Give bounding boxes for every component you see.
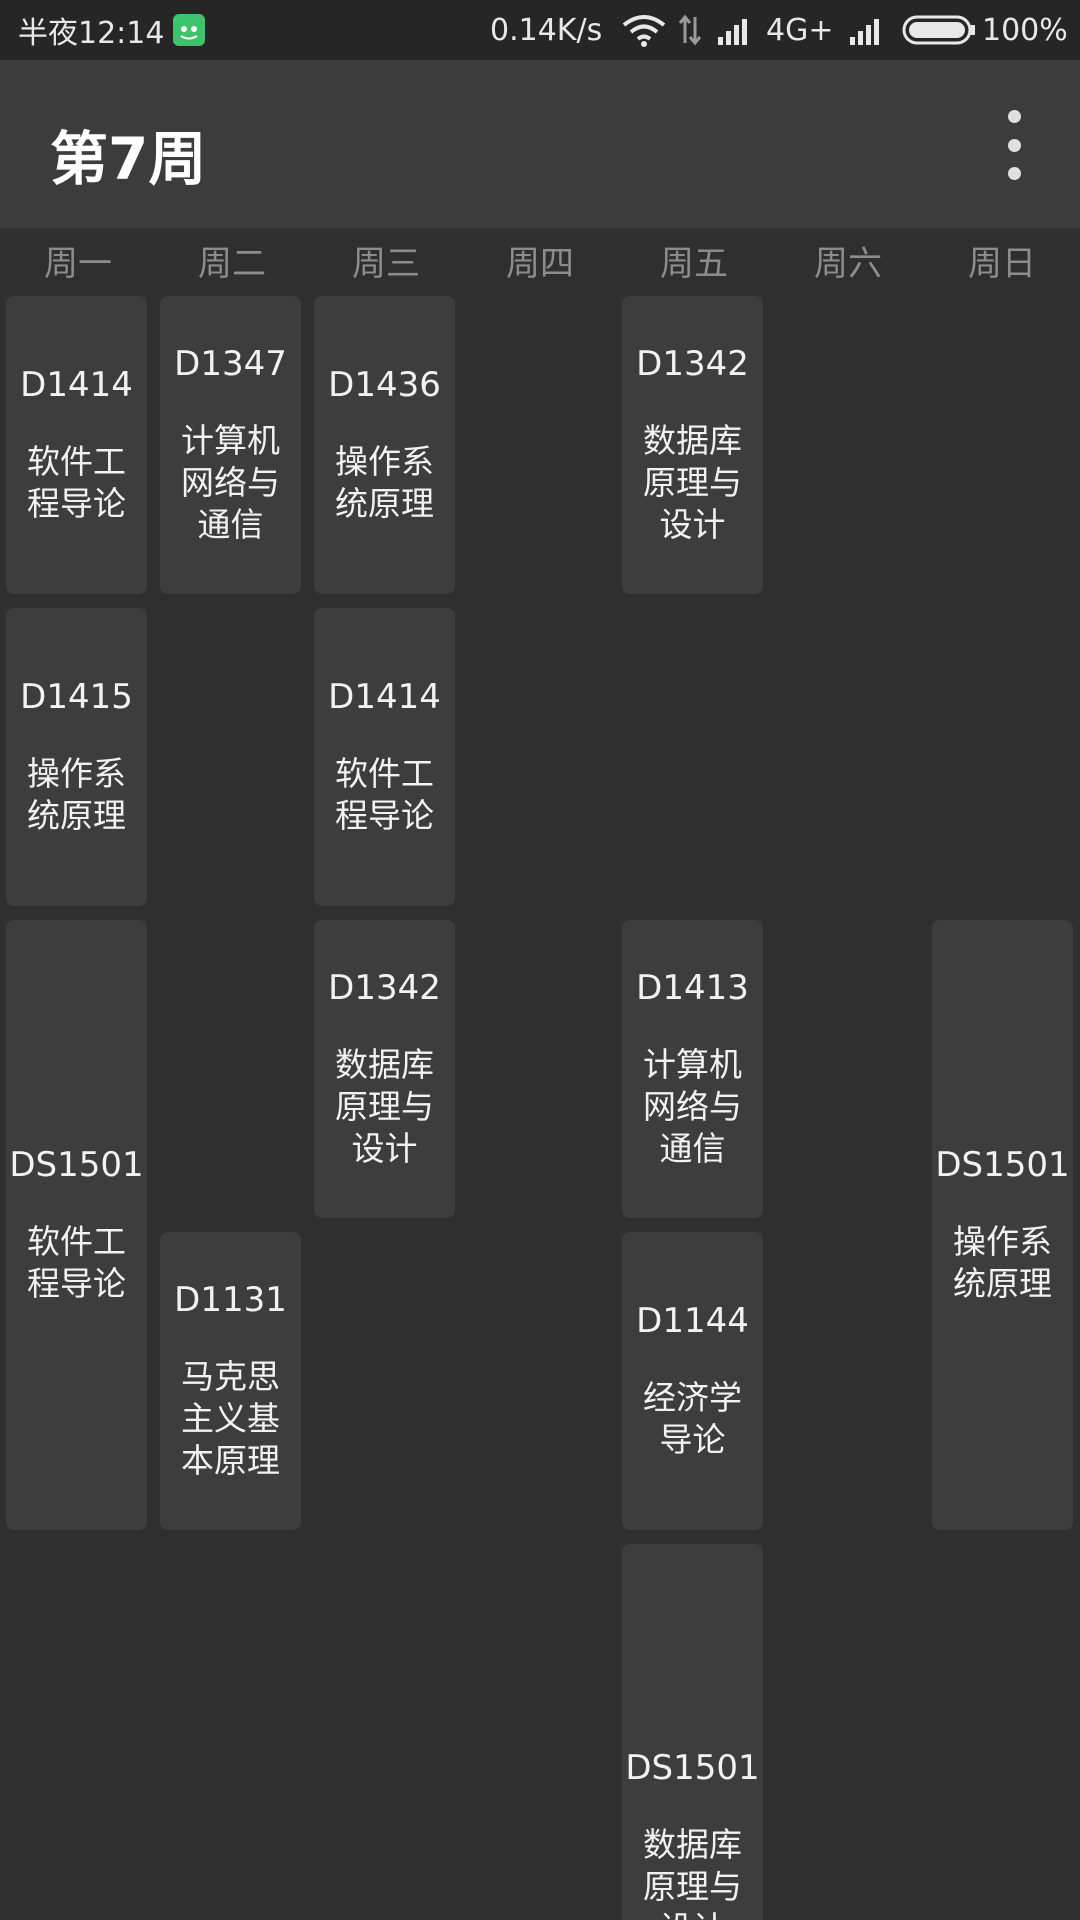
course-name: 数据库原理与设计 xyxy=(643,421,742,544)
course-card[interactable]: D1414 软件工程导论 xyxy=(6,296,147,594)
course-room: D1144 xyxy=(636,1301,749,1341)
course-name: 经济学导论 xyxy=(643,1378,742,1459)
course-room: D1414 xyxy=(328,677,441,717)
course-name: 操作系统原理 xyxy=(953,1222,1052,1303)
more-options-button[interactable] xyxy=(990,110,1038,180)
signal-icon-2 xyxy=(848,0,886,60)
course-name: 软件工程导论 xyxy=(335,754,434,835)
course-card[interactable]: D1342 数据库原理与设计 xyxy=(622,296,763,594)
day-header-tue: 周二 xyxy=(198,244,266,284)
status-time: 半夜12:14 xyxy=(18,16,165,51)
course-room: DS1501 xyxy=(9,1145,144,1185)
network-speed: 0.14K/s xyxy=(490,12,603,48)
course-card[interactable]: D1347 计算机网络与通信 xyxy=(160,296,301,594)
course-name: 马克思主义基本原理 xyxy=(181,1357,280,1480)
course-room: D1347 xyxy=(174,344,287,384)
signal-icon xyxy=(716,0,754,60)
course-card[interactable]: D1131 马克思主义基本原理 xyxy=(160,1232,301,1530)
course-name: 计算机网络与通信 xyxy=(643,1045,742,1168)
course-room: D1415 xyxy=(20,677,133,717)
network-type: 4G+ xyxy=(766,12,834,48)
page-title: 第7周 xyxy=(50,125,207,193)
course-name: 计算机网络与通信 xyxy=(181,421,280,544)
course-name: 操作系统原理 xyxy=(335,442,434,523)
battery-icon xyxy=(902,0,976,60)
battery-level: 100% xyxy=(982,12,1068,48)
course-room: D1414 xyxy=(20,365,133,405)
course-card[interactable]: D1436 操作系统原理 xyxy=(314,296,455,594)
wifi-icon xyxy=(622,0,666,60)
course-card[interactable]: D1144 经济学导论 xyxy=(622,1232,763,1530)
day-header-fri: 周五 xyxy=(660,244,728,284)
course-room: DS1501 xyxy=(935,1145,1070,1185)
course-room: D1131 xyxy=(174,1280,287,1320)
app-notification-icon xyxy=(172,0,206,60)
course-name: 操作系统原理 xyxy=(27,754,126,835)
data-transfer-icon xyxy=(678,0,702,60)
course-room: D1413 xyxy=(636,968,749,1008)
course-card[interactable]: D1414 软件工程导论 xyxy=(314,608,455,906)
course-name: 数据库原理与设计 xyxy=(643,1825,742,1920)
course-room: DS1501 xyxy=(625,1748,760,1788)
course-name: 软件工程导论 xyxy=(27,1222,126,1303)
course-card[interactable]: D1413 计算机网络与通信 xyxy=(622,920,763,1218)
day-header-sun: 周日 xyxy=(968,244,1036,284)
app-bar: 第7周 xyxy=(0,60,1080,228)
course-card[interactable]: D1415 操作系统原理 xyxy=(6,608,147,906)
course-name: 数据库原理与设计 xyxy=(335,1045,434,1168)
course-card[interactable]: D1342 数据库原理与设计 xyxy=(314,920,455,1218)
course-room: D1342 xyxy=(328,968,441,1008)
day-header-sat: 周六 xyxy=(814,244,882,284)
course-name: 软件工程导论 xyxy=(27,442,126,523)
day-header-thu: 周四 xyxy=(506,244,574,284)
course-card[interactable]: DS1501 数据库原理与设计 xyxy=(622,1544,763,1920)
more-vert-icon xyxy=(1007,110,1021,123)
course-room: D1342 xyxy=(636,344,749,384)
course-card[interactable]: DS1501 操作系统原理 xyxy=(932,920,1073,1530)
day-header-wed: 周三 xyxy=(352,244,420,284)
course-card[interactable]: DS1501 软件工程导论 xyxy=(6,920,147,1530)
course-room: D1436 xyxy=(328,365,441,405)
status-bar: 半夜12:14 0.14K/s 4G+ 100% xyxy=(0,0,1080,60)
day-header-mon: 周一 xyxy=(44,244,112,284)
